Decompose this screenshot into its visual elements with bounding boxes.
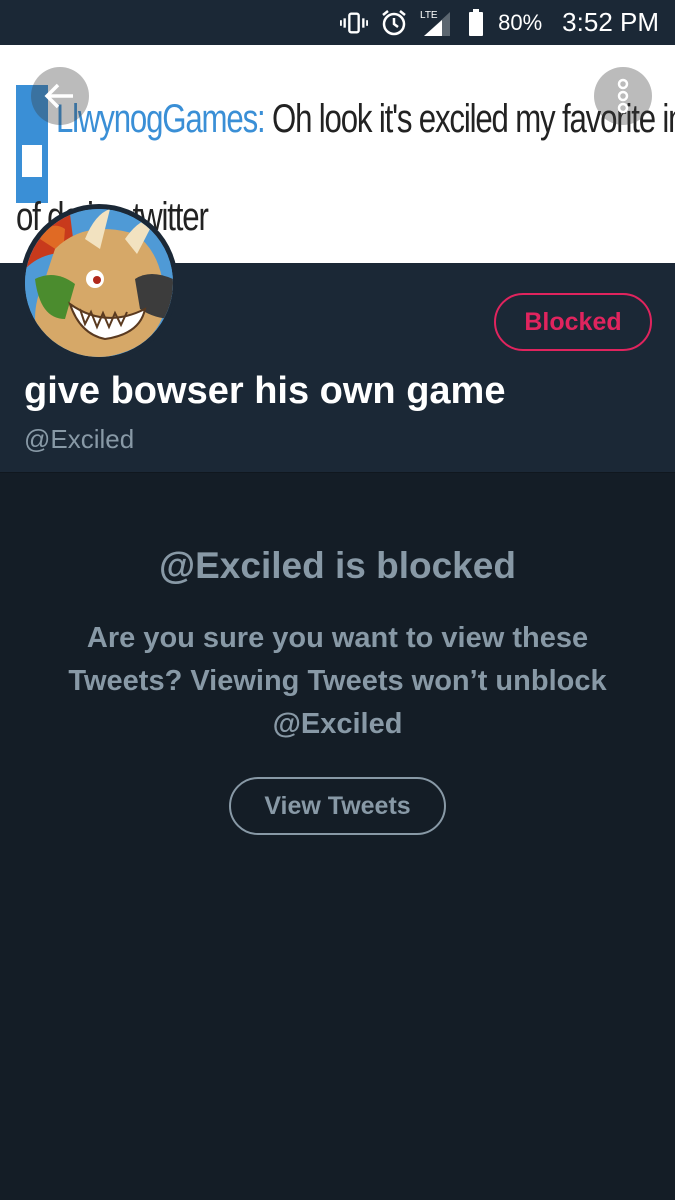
status-bar: LTE 80% 3:52 PM bbox=[0, 0, 675, 45]
lte-label: LTE bbox=[420, 10, 438, 21]
battery-icon bbox=[466, 8, 486, 37]
view-tweets-button[interactable]: View Tweets bbox=[229, 777, 446, 835]
blocked-notice-body: Are you sure you want to view these Twee… bbox=[68, 622, 607, 740]
blocked-notice-title: @Exciled is blocked bbox=[159, 545, 516, 586]
lte-signal-icon: LTE bbox=[420, 9, 454, 37]
alarm-icon bbox=[380, 9, 408, 37]
banner-text-line1: LlwynogGames: Oh look it's exciled my fa… bbox=[56, 97, 675, 142]
handle: @Exciled bbox=[24, 424, 135, 454]
vibrate-icon bbox=[340, 9, 369, 37]
profile-screen: LTE 80% 3:52 PM LlwynogGames: Oh look it… bbox=[0, 0, 675, 1200]
display-name: give bowser his own game bbox=[24, 370, 506, 412]
more-options-button[interactable] bbox=[594, 67, 652, 125]
clock: 3:52 PM bbox=[562, 7, 659, 37]
battery-percent: 80% bbox=[498, 9, 543, 35]
blocked-button[interactable]: Blocked bbox=[494, 293, 652, 351]
back-button[interactable] bbox=[31, 67, 89, 125]
avatar[interactable] bbox=[20, 204, 178, 362]
arrow-left-icon bbox=[44, 83, 73, 109]
more-vertical-icon bbox=[617, 78, 629, 114]
